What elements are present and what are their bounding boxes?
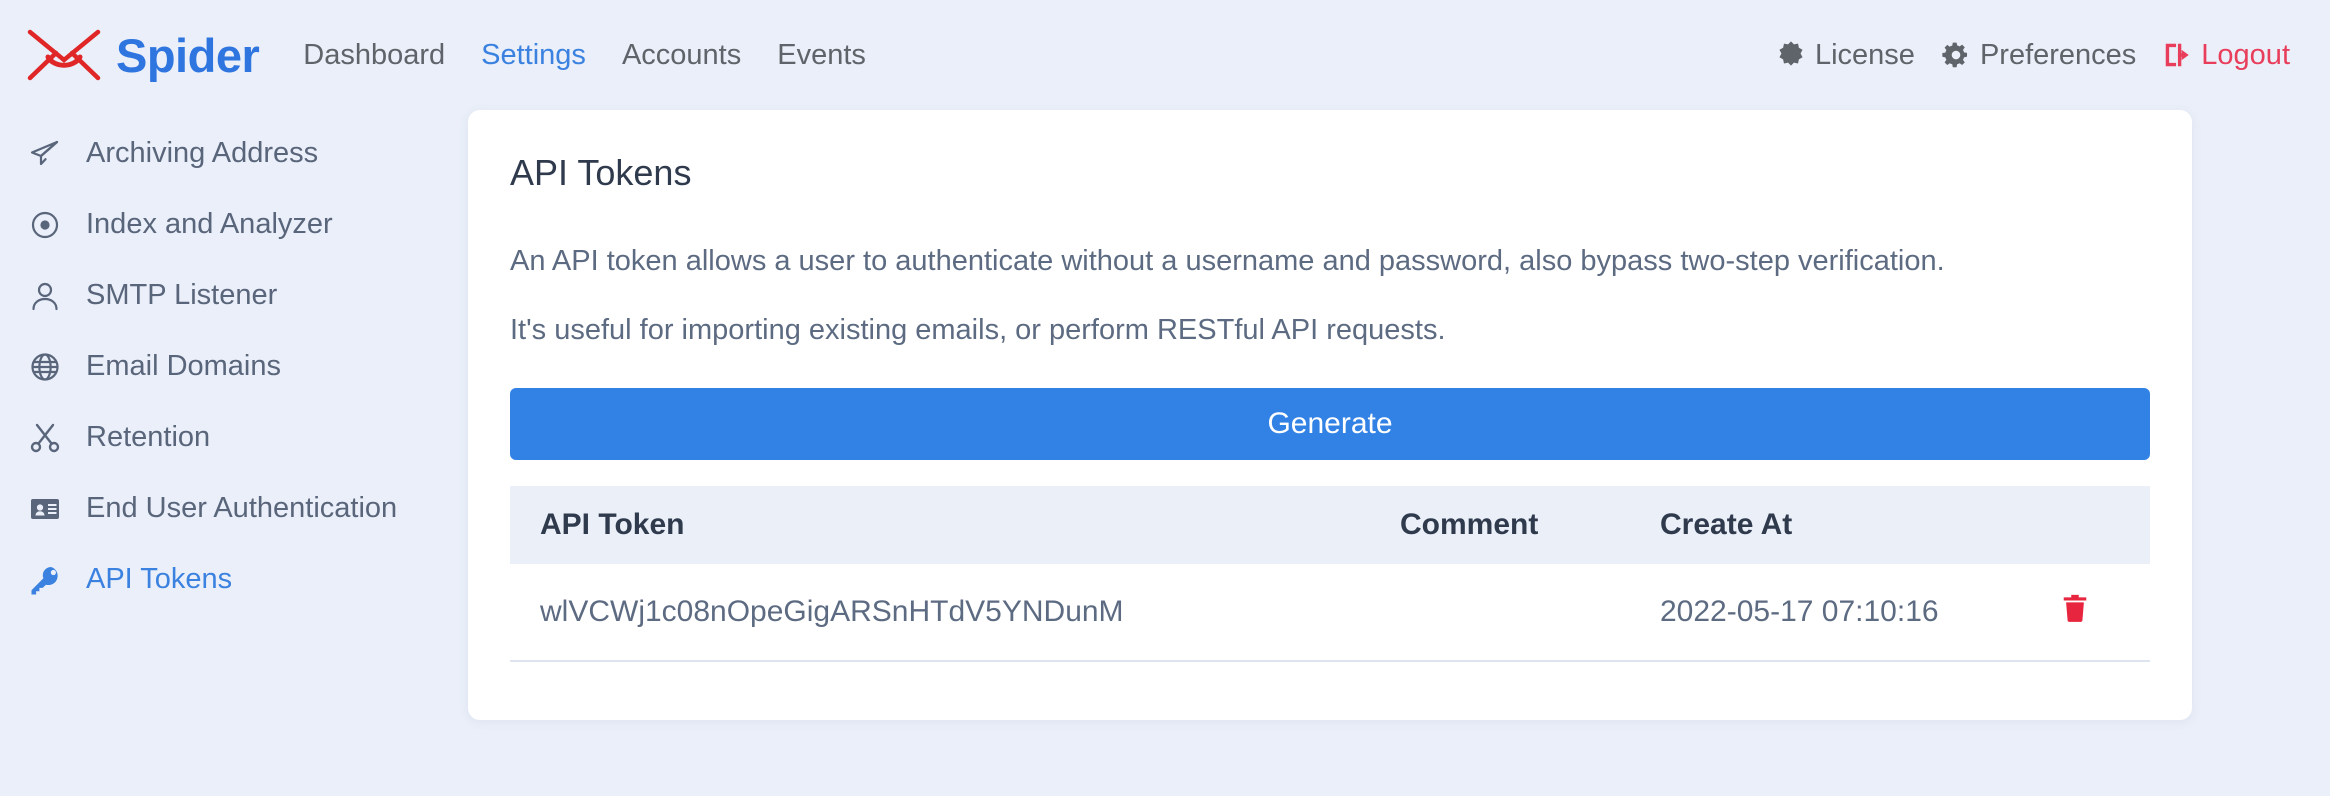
nav-item-settings[interactable]: Settings [479,35,588,76]
column-header-actions [2060,486,2150,565]
api-tokens-table: API Token Comment Create At wlVCWj1c08nO… [510,486,2150,663]
header-right-navigation: License Preferences Logout [1776,39,2290,72]
sidebar-item-archiving-address[interactable]: Archiving Address [28,118,468,189]
envelope-x-logo-icon [26,26,102,84]
paper-plane-icon [28,138,62,170]
table-header: API Token Comment Create At [510,486,2150,565]
preferences-link[interactable]: Preferences [1941,39,2136,72]
logout-label: Logout [2201,38,2290,71]
column-header-create-at: Create At [1630,486,2060,565]
settings-sidebar: Archiving Address Index and Analyzer SMT… [28,110,468,615]
gear-icon [1941,40,1971,70]
cell-create-at: 2022-05-17 07:10:16 [1630,564,2060,663]
column-header-comment: Comment [1400,486,1630,565]
nav-item-events[interactable]: Events [775,35,868,76]
sidebar-item-retention[interactable]: Retention [28,402,468,473]
brand-logo-link[interactable]: Spider [26,26,260,84]
column-header-api-token: API Token [510,486,1400,565]
description-paragraph-2: It's useful for importing existing email… [510,314,1446,347]
cell-comment [1400,564,1630,663]
api-tokens-card: API Tokens An API token allows a user to… [468,110,2192,721]
preferences-label: Preferences [1979,38,2137,71]
cell-actions [2060,564,2150,663]
brand-name: Spider [116,28,260,82]
delete-token-button[interactable] [2060,593,2090,626]
main-navigation: Dashboard Settings Accounts Events [301,35,868,76]
bullseye-icon [28,209,62,241]
sidebar-item-end-user-authentication[interactable]: End User Authentication [28,473,468,544]
sidebar-item-label: SMTP Listener [86,279,278,311]
generate-token-button[interactable]: Generate [510,388,2150,461]
top-header-bar: Spider Dashboard Settings Accounts Event… [0,0,2330,110]
id-card-icon [28,493,62,525]
certificate-icon [1776,40,1806,70]
nav-item-accounts[interactable]: Accounts [620,35,743,76]
table-body: wlVCWj1c08nOpeGigARSnHTdV5YNDunM 2022-05… [510,564,2150,663]
sidebar-item-label: End User Authentication [86,492,398,524]
logout-link[interactable]: Logout [2162,39,2290,72]
page-body: Archiving Address Index and Analyzer SMT… [0,110,2330,721]
cell-api-token: wlVCWj1c08nOpeGigARSnHTdV5YNDunM [510,564,1400,663]
sidebar-item-label: Retention [86,421,211,453]
sidebar-item-api-tokens[interactable]: API Tokens [28,544,468,615]
key-icon [28,564,62,596]
license-label: License [1814,38,1915,71]
scissors-icon [28,422,62,454]
nav-item-dashboard[interactable]: Dashboard [301,35,447,76]
sidebar-item-label: API Tokens [86,563,233,595]
sidebar-item-label: Index and Analyzer [86,208,333,240]
user-icon [28,280,62,312]
main-content-area: API Tokens An API token allows a user to… [468,110,2330,721]
sidebar-item-label: Email Domains [86,350,281,382]
description-paragraph-1: An API token allows a user to authentica… [510,245,1945,277]
table-row: wlVCWj1c08nOpeGigARSnHTdV5YNDunM 2022-05… [510,564,2150,663]
globe-icon [28,351,62,383]
sidebar-item-index-and-analyzer[interactable]: Index and Analyzer [28,189,468,260]
sidebar-item-email-domains[interactable]: Email Domains [28,331,468,402]
sidebar-item-smtp-listener[interactable]: SMTP Listener [28,260,468,331]
sidebar-item-label: Archiving Address [86,137,319,169]
table-header-row: API Token Comment Create At [510,486,2150,565]
sign-out-icon [2162,40,2192,70]
trash-icon [2060,593,2090,626]
page-title: API Tokens [510,152,692,193]
license-link[interactable]: License [1776,39,1915,72]
